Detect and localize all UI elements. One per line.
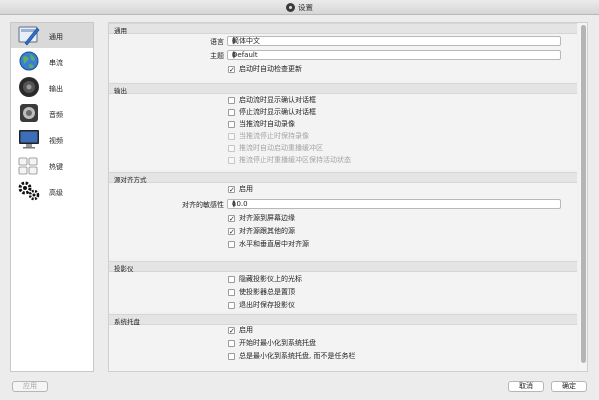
sidebar-item-label: 音频 — [49, 111, 63, 119]
auto-record-checkbox[interactable] — [228, 121, 235, 128]
snap-to-other-sources-checkbox[interactable]: ✓ — [228, 228, 235, 236]
auto-replay-buffer-checkbox — [228, 145, 235, 152]
snap-to-screen-edges-label: 对齐源到屏幕边缘 — [239, 214, 295, 222]
minimize-to-tray-on-start-label: 开始时最小化到系统托盘 — [239, 339, 316, 347]
sidebar-item-label: 视频 — [49, 137, 63, 145]
section-tray: ✓ 启用 开始时最小化到系统托盘 总是最小化到系统托盘, 而不是任务栏 — [109, 325, 577, 371]
gears-icon — [18, 181, 40, 201]
snap-center-checkbox[interactable] — [228, 241, 235, 248]
projector-always-on-top-checkbox[interactable] — [228, 289, 235, 296]
hide-projector-cursor-checkbox[interactable] — [228, 276, 235, 283]
keep-replay-buffer-checkbox — [228, 157, 235, 164]
settings-general-icon — [18, 26, 40, 46]
window-title-wrap: 设置 — [0, 2, 599, 13]
cancel-button[interactable]: 取消 — [508, 381, 544, 392]
sidebar-item-label: 热键 — [49, 163, 63, 171]
always-minimize-to-tray-label: 总是最小化到系统托盘, 而不是任务栏 — [239, 352, 356, 360]
snap-to-screen-edges-checkbox[interactable]: ✓ — [228, 215, 235, 223]
monitor-icon — [19, 130, 39, 149]
sidebar-item-label: 输出 — [49, 85, 63, 93]
sidebar-item-advanced[interactable]: 高级 — [11, 179, 93, 204]
section-output: 启动流时显示确认对话框 停止流时显示确认对话框 当推流时自动录像 当推流停止时保… — [109, 94, 577, 170]
update-check-label: 启动时自动检查更新 — [239, 65, 302, 73]
update-check-checkbox[interactable]: ✓ — [228, 66, 235, 74]
select-arrows-icon: ▲ ▼ — [232, 50, 236, 60]
settings-main-panel: 通用 语言 简体中文 ▲ ▼ 主题 Default ▲ ▼ ✓ 启动时自动检查更新 … — [108, 22, 588, 372]
sidebar-item-video[interactable]: 视频 — [11, 127, 93, 152]
sidebar-item-hotkeys[interactable]: 热键 — [11, 153, 93, 178]
always-minimize-to-tray-checkbox[interactable] — [228, 353, 235, 360]
sidebar-item-audio[interactable]: 音频 — [11, 101, 93, 126]
title-bar: 设置 — [0, 0, 599, 15]
keep-replay-buffer-label: 推流停止时重播缓冲区保持活动状态 — [239, 156, 351, 164]
sidebar-item-label: 高级 — [49, 189, 63, 197]
scrollbar-thumb[interactable] — [581, 25, 586, 363]
confirm-stop-stream-checkbox[interactable] — [228, 109, 235, 116]
section-header-output: 输出 — [109, 83, 577, 95]
projector-always-on-top-label: 使投影器总是置顶 — [239, 288, 295, 296]
hide-projector-cursor-label: 隐藏投影仪上的光标 — [239, 275, 302, 283]
section-snapping: ✓ 启用 对齐的敏感性 10.0 ▲ ▼ ✓ 对齐源到屏幕边缘 ✓ 对齐源跟其他的… — [109, 183, 577, 258]
auto-record-label: 当推流时自动录像 — [239, 120, 295, 128]
confirm-start-stream-checkbox[interactable] — [228, 97, 235, 104]
tray-enable-checkbox[interactable]: ✓ — [228, 327, 235, 335]
section-general: 语言 简体中文 ▲ ▼ 主题 Default ▲ ▼ ✓ 启动时自动检查更新 — [109, 34, 577, 81]
auto-replay-buffer-label: 推流时自动启动重播缓冲区 — [239, 144, 323, 152]
section-projector: 隐藏投影仪上的光标 使投影器总是置顶 退出时保存投影仪 — [109, 272, 577, 312]
snap-sensitivity-spinbox[interactable]: 10.0 ▲ ▼ — [227, 199, 561, 209]
speaker-icon — [19, 77, 39, 97]
obs-app-icon — [286, 3, 295, 12]
section-header-tray: 系统托盘 — [109, 314, 577, 326]
snapping-enable-label: 启用 — [239, 185, 253, 193]
select-arrows-icon: ▲ ▼ — [232, 36, 236, 46]
minimize-to-tray-on-start-checkbox[interactable] — [228, 340, 235, 347]
section-header-general: 通用 — [109, 23, 577, 35]
language-select[interactable]: 简体中文 ▲ ▼ — [227, 36, 561, 46]
tray-enable-label: 启用 — [239, 326, 253, 334]
snap-sensitivity-label: 对齐的敏感性 — [182, 201, 224, 209]
sidebar-item-general[interactable]: 通用 — [11, 23, 93, 48]
sidebar-item-output[interactable]: 输出 — [11, 75, 93, 100]
window-title: 设置 — [298, 3, 313, 12]
vertical-scrollbar[interactable] — [579, 23, 587, 371]
save-projectors-checkbox[interactable] — [228, 302, 235, 309]
save-projectors-label: 退出时保存投影仪 — [239, 301, 295, 309]
keyboard-icon — [18, 157, 38, 175]
theme-select[interactable]: Default ▲ ▼ — [227, 50, 561, 60]
snap-to-other-sources-label: 对齐源跟其他的源 — [239, 227, 295, 235]
snapping-enable-checkbox[interactable]: ✓ — [228, 186, 235, 194]
confirm-stop-stream-label: 停止流时显示确认对话框 — [239, 108, 316, 116]
globe-icon — [19, 51, 39, 71]
confirm-start-stream-label: 启动流时显示确认对话框 — [239, 96, 316, 104]
sidebar-item-label: 串流 — [49, 59, 63, 67]
section-header-projector: 投影仪 — [109, 261, 577, 273]
settings-sidebar: 通用 串流 输出 音频 视频 热键 高级 — [10, 22, 94, 372]
language-label: 语言 — [210, 38, 224, 46]
snap-center-label: 水平和垂直居中对齐源 — [239, 240, 309, 248]
audio-icon — [20, 104, 38, 122]
spinner-arrows-icon[interactable]: ▲ ▼ — [232, 200, 557, 209]
theme-label: 主题 — [210, 52, 224, 60]
keep-recording-label: 当推流停止时保持录像 — [239, 132, 309, 140]
section-header-snapping: 源对齐方式 — [109, 172, 577, 184]
keep-recording-checkbox — [228, 133, 235, 140]
ok-button[interactable]: 确定 — [551, 381, 587, 392]
sidebar-item-label: 通用 — [49, 33, 63, 41]
sidebar-item-stream[interactable]: 串流 — [11, 49, 93, 74]
apply-button[interactable]: 应用 — [12, 381, 48, 392]
